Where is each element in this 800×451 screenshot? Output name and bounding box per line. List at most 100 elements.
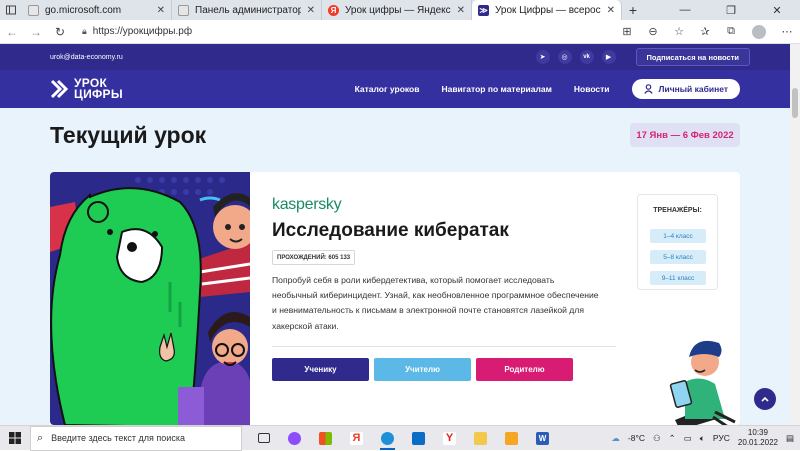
telegram-icon[interactable]: ➤ <box>535 50 550 64</box>
chevron-up-icon[interactable]: ⌃ <box>669 433 676 444</box>
forward-icon[interactable]: → <box>24 25 48 39</box>
trainers-panel: ТРЕНАЖЁРЫ: 1–4 класс 5–8 класс 9–11 клас… <box>637 194 718 290</box>
site-header: УРОК ЦИФРЫ Каталог уроков Навигатор по м… <box>0 70 790 108</box>
trainers-title: ТРЕНАЖЁРЫ: <box>653 207 702 214</box>
subscribe-button[interactable]: Подписаться на новости <box>635 48 750 66</box>
site-top-strip: urok@data-economy.ru ➤ ◎ vk ▶ Подписатьс… <box>0 44 790 70</box>
profile-avatar[interactable] <box>752 24 766 39</box>
browser-tab-active[interactable]: ≫ Урок Цифры — всероссийский ✕ <box>472 0 622 20</box>
windows-start-button[interactable] <box>0 432 30 444</box>
tab-actions-icon[interactable] <box>0 0 22 20</box>
current-lesson-card: kaspersky Исследование кибератак ПРОХОЖД… <box>50 172 740 425</box>
nav-navigator[interactable]: Навигатор по материалам <box>441 84 551 94</box>
favorites-icon[interactable]: ✰ <box>692 25 718 38</box>
close-tab-icon[interactable]: ✕ <box>451 5 465 16</box>
zoom-icon[interactable]: ⊖ <box>640 25 666 38</box>
mail-icon[interactable] <box>403 426 434 451</box>
scrollbar-thumb[interactable] <box>792 88 798 118</box>
app-orange-icon[interactable] <box>496 426 527 451</box>
browser-tab-strip: go.microsoft.com ✕ Панель администратора… <box>0 0 800 20</box>
notifications-icon[interactable]: ▤ <box>786 433 794 444</box>
new-tab-button[interactable]: + <box>622 2 644 18</box>
store-icon[interactable] <box>310 426 341 451</box>
close-window-icon[interactable]: ✕ <box>754 4 800 17</box>
user-icon <box>643 84 653 94</box>
close-tab-icon[interactable]: ✕ <box>601 5 615 16</box>
taskbar-apps: Я Y W <box>248 426 558 451</box>
edge-icon[interactable] <box>372 426 403 451</box>
logo-mark-icon <box>50 79 68 99</box>
close-tab-icon[interactable]: ✕ <box>301 5 315 16</box>
reader-view-icon[interactable]: ⊞ <box>614 25 640 38</box>
clock[interactable]: 10:39 20.01.2022 <box>738 428 778 448</box>
student-button[interactable]: Ученику <box>272 358 369 381</box>
main-content: Текущий урок 17 Янв — 6 Фев 2022 kaspers… <box>0 108 790 425</box>
word-icon[interactable]: W <box>527 426 558 451</box>
parent-button[interactable]: Родителю <box>476 358 573 381</box>
weather-icon[interactable]: ☁ <box>611 433 620 444</box>
teacher-button[interactable]: Учителю <box>374 358 471 381</box>
lock-icon[interactable]: 🔒︎ <box>82 26 87 37</box>
search-icon: ⌕ <box>37 431 44 444</box>
page-scrollbar[interactable] <box>790 44 800 425</box>
site-logo[interactable]: УРОК ЦИФРЫ <box>50 77 123 101</box>
weather-temp[interactable]: -8°C <box>628 433 645 443</box>
system-tray: ☁ -8°C ⚇ ⌃ ▭ 🔈︎ РУС 10:39 20.01.2022 ▤ <box>611 428 794 448</box>
clock-date: 20.01.2022 <box>737 438 778 447</box>
windows-taskbar: ⌕ Введите здесь текст для поиска Я Y W ☁… <box>0 425 800 451</box>
trainer-grade-5-8[interactable]: 5–8 класс <box>650 250 706 264</box>
yandex-icon[interactable]: Y <box>434 426 465 451</box>
minimize-icon[interactable]: — <box>662 4 708 17</box>
nav-news[interactable]: Новости <box>574 84 610 94</box>
url-input[interactable]: 🔒︎ https://урокцифры.рф <box>78 22 608 42</box>
personal-cabinet-button[interactable]: Личный кабинет <box>631 79 740 99</box>
trainer-grade-9-11[interactable]: 9–11 класс <box>650 271 706 285</box>
trainer-grade-1-4[interactable]: 1–4 класс <box>650 229 706 243</box>
alice-icon[interactable] <box>279 426 310 451</box>
browser-tab[interactable]: Я Урок цифры — Яндекс: нашлос ✕ <box>322 0 472 20</box>
nav-catalog[interactable]: Каталог уроков <box>355 84 420 94</box>
divider <box>272 346 616 347</box>
people-icon[interactable]: ⚇ <box>653 433 661 444</box>
yandex-icon: Я <box>328 4 339 16</box>
refresh-icon[interactable]: ↻ <box>48 25 72 39</box>
file-explorer-icon[interactable] <box>465 426 496 451</box>
boy-with-tablet-illustration <box>669 340 736 425</box>
chevron-up-icon <box>761 396 769 402</box>
volume-icon[interactable]: 🔈︎ <box>700 433 705 444</box>
lesson-illustration <box>50 172 250 425</box>
address-bar-row: ← → ↻ 🔒︎ https://урокцифры.рф ⊞ ⊖ ☆ ✰ ⧉ … <box>0 20 800 44</box>
network-icon[interactable]: ▭ <box>684 433 692 444</box>
completions-badge: ПРОХОЖДЕНИЙ: 605 133 <box>272 250 356 265</box>
main-nav: Каталог уроков Навигатор по материалам Н… <box>355 84 610 94</box>
youtube-icon[interactable]: ▶ <box>601 50 616 64</box>
task-view-icon[interactable] <box>248 426 279 451</box>
yandex-browser-icon[interactable]: Я <box>341 426 372 451</box>
taskbar-search-input[interactable]: ⌕ Введите здесь текст для поиска <box>30 425 242 451</box>
vk-icon[interactable]: vk <box>579 50 594 64</box>
page-icon <box>28 4 39 16</box>
lesson-title: Исследование кибератак <box>272 220 509 241</box>
odnoklassniki-icon[interactable]: ◎ <box>557 50 572 64</box>
page-title: Текущий урок <box>50 122 207 148</box>
maximize-icon[interactable]: ❐ <box>708 4 754 17</box>
partner-brand-logo: kaspersky <box>272 196 342 213</box>
back-icon[interactable]: ← <box>0 25 24 39</box>
windows-logo-icon <box>9 432 21 444</box>
browser-tab[interactable]: go.microsoft.com ✕ <box>22 0 172 20</box>
social-links: ➤ ◎ vk ▶ <box>535 50 616 64</box>
close-tab-icon[interactable]: ✕ <box>151 5 165 16</box>
urok-cifry-icon: ≫ <box>478 4 489 16</box>
clock-time: 10:39 <box>747 428 768 437</box>
logo-line-2: ЦИФРЫ <box>74 87 123 101</box>
contact-email[interactable]: urok@data-economy.ru <box>50 54 123 61</box>
favorite-star-icon[interactable]: ☆ <box>666 25 692 38</box>
browser-tab[interactable]: Панель администратора | EduP ✕ <box>172 0 322 20</box>
collections-icon[interactable]: ⧉ <box>718 25 744 38</box>
input-language[interactable]: РУС <box>713 433 730 443</box>
more-menu-icon[interactable]: ⋯ <box>774 25 800 38</box>
page-icon <box>178 4 189 16</box>
scroll-to-top-button[interactable] <box>754 388 776 410</box>
window-controls: — ❐ ✕ <box>662 4 800 17</box>
lesson-description: Попробуй себя в роли кибердетектива, кот… <box>272 275 599 331</box>
